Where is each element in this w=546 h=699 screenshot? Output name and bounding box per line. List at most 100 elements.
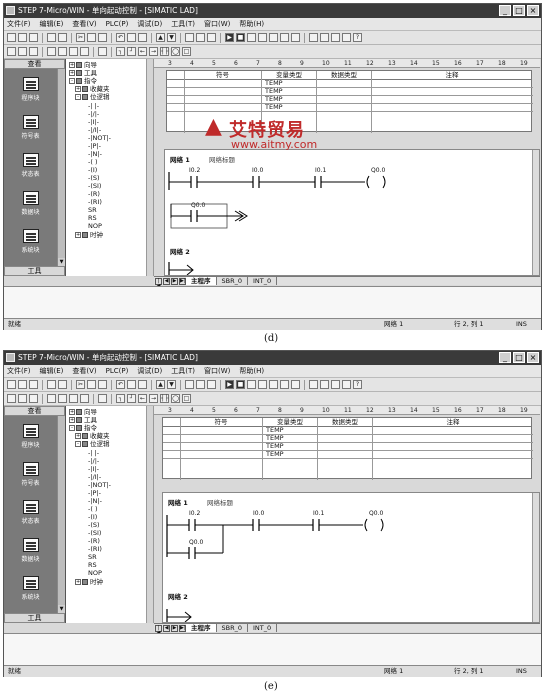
print-preview-icon[interactable] bbox=[58, 33, 67, 42]
tree-item[interactable]: -(I) bbox=[88, 166, 97, 174]
insert-network-icon[interactable] bbox=[7, 47, 16, 56]
print-icon[interactable] bbox=[47, 33, 56, 42]
read-forced-icon[interactable] bbox=[342, 380, 351, 389]
line-right-icon[interactable]: → bbox=[149, 394, 158, 403]
prev-bookmark-icon[interactable] bbox=[69, 47, 78, 56]
paste-icon[interactable] bbox=[98, 33, 107, 42]
compile-all-icon[interactable] bbox=[138, 33, 147, 42]
new-file-icon[interactable] bbox=[7, 380, 16, 389]
menu-window[interactable]: 窗口(W) bbox=[204, 365, 230, 377]
nav-symbol-table[interactable]: 符号表 bbox=[4, 115, 57, 140]
nav-data-block[interactable]: 数据块 bbox=[4, 538, 57, 563]
close-button[interactable]: × bbox=[527, 352, 539, 363]
tab-next-icon[interactable]: ▶ bbox=[171, 624, 178, 632]
sort-desc-icon[interactable] bbox=[196, 33, 205, 42]
tree-wizards[interactable]: + 向导 bbox=[69, 61, 97, 69]
tree-item[interactable]: SR bbox=[88, 206, 97, 214]
tree-item[interactable]: -(R) bbox=[88, 537, 100, 545]
copy-icon[interactable] bbox=[87, 380, 96, 389]
write-all-icon[interactable] bbox=[291, 33, 300, 42]
run-icon[interactable]: ▶ bbox=[225, 380, 234, 389]
local-variable-table[interactable]: 符号 变量类型 数据类型 注释 TEMP TEMP TEMP TEMP bbox=[162, 417, 533, 480]
copy-icon[interactable] bbox=[87, 33, 96, 42]
line-down-icon[interactable]: ┐ bbox=[116, 394, 125, 403]
remove-bookmarks-icon[interactable] bbox=[80, 394, 89, 403]
tab-first-icon[interactable]: |◀ bbox=[155, 624, 162, 635]
tree-item[interactable]: -|NOT|- bbox=[88, 134, 111, 142]
tree-tools[interactable]: + 工具 bbox=[69, 416, 97, 424]
maximize-button[interactable]: □ bbox=[513, 5, 525, 16]
save-icon[interactable] bbox=[29, 380, 38, 389]
tab-int-0[interactable]: INT_0 bbox=[248, 624, 278, 632]
force-icon[interactable] bbox=[309, 380, 318, 389]
minimize-button[interactable]: _ bbox=[499, 5, 511, 16]
insert-network-icon[interactable] bbox=[7, 394, 16, 403]
print-icon[interactable] bbox=[47, 380, 56, 389]
pause-trend-icon[interactable] bbox=[258, 33, 267, 42]
line-down-icon[interactable]: ┐ bbox=[116, 47, 125, 56]
tree-item[interactable]: -|I|- bbox=[88, 118, 99, 126]
compile-all-icon[interactable] bbox=[138, 380, 147, 389]
unforce-all-icon[interactable] bbox=[331, 380, 340, 389]
bookmark-icon[interactable] bbox=[47, 47, 56, 56]
status-chart-icon[interactable] bbox=[269, 33, 278, 42]
nav-header[interactable]: 查看 bbox=[4, 406, 65, 416]
box-icon[interactable]: □ bbox=[182, 394, 191, 403]
line-left-icon[interactable]: ← bbox=[138, 47, 147, 56]
tree-item[interactable]: -(SI) bbox=[88, 529, 101, 537]
single-read-icon[interactable] bbox=[280, 380, 289, 389]
compile-icon[interactable] bbox=[127, 380, 136, 389]
bookmark-icon[interactable] bbox=[47, 394, 56, 403]
run-icon[interactable]: ▶ bbox=[225, 33, 234, 42]
program-status-icon[interactable] bbox=[247, 380, 256, 389]
menu-debug[interactable]: 调试(D) bbox=[137, 365, 162, 377]
tree-item[interactable]: -(S) bbox=[88, 521, 100, 529]
download-icon[interactable]: ▼ bbox=[167, 380, 176, 389]
menu-help[interactable]: 帮助(H) bbox=[239, 365, 264, 377]
tab-prev-icon[interactable]: ◀ bbox=[163, 624, 170, 632]
nav-system-block[interactable]: 系统块 bbox=[4, 229, 57, 254]
coil-icon[interactable]: ◯ bbox=[171, 394, 180, 403]
upload-icon[interactable]: ▲ bbox=[156, 380, 165, 389]
tree-favorites[interactable]: + 收藏夹 bbox=[75, 85, 110, 93]
pause-trend-icon[interactable] bbox=[258, 380, 267, 389]
tree-item[interactable]: RS bbox=[88, 561, 97, 569]
stop-icon[interactable]: ■ bbox=[236, 33, 245, 42]
contact-icon[interactable]: ┤├ bbox=[160, 47, 169, 56]
tree-item[interactable]: -|/|- bbox=[88, 110, 99, 118]
sort-asc-icon[interactable] bbox=[185, 33, 194, 42]
ladder-editor[interactable]: 网络 1 网络标题 I0.2 I0.0 I0.1 Q0.0 Q0.0 网络 2 bbox=[162, 492, 540, 623]
tree-instructions[interactable]: - 指令 bbox=[69, 424, 97, 432]
tab-last-icon[interactable]: ▶| bbox=[179, 277, 186, 285]
symbol-table-icon[interactable] bbox=[98, 47, 107, 56]
tree-item[interactable]: -|N|- bbox=[88, 497, 102, 505]
tree-scrollbar[interactable] bbox=[146, 59, 153, 276]
menu-debug[interactable]: 调试(D) bbox=[137, 18, 162, 30]
tree-item[interactable]: RS bbox=[88, 214, 97, 222]
tree-item[interactable]: -( ) bbox=[88, 505, 97, 513]
tree-item[interactable]: -|I|- bbox=[88, 465, 99, 473]
save-icon[interactable] bbox=[29, 33, 38, 42]
tab-first-icon[interactable]: |◀ bbox=[155, 277, 162, 288]
nav-program-block[interactable]: 程序块 bbox=[4, 424, 57, 449]
unforce-icon[interactable] bbox=[320, 380, 329, 389]
undo-icon[interactable]: ↶ bbox=[116, 380, 125, 389]
options-icon[interactable] bbox=[207, 33, 216, 42]
tab-sbr-0[interactable]: SBR_0 bbox=[217, 277, 248, 285]
nav-status-chart[interactable]: 状态表 bbox=[4, 500, 57, 525]
menu-help[interactable]: 帮助(H) bbox=[239, 18, 264, 30]
tab-last-icon[interactable]: ▶| bbox=[179, 624, 186, 632]
help-icon[interactable]: ? bbox=[353, 33, 362, 42]
editor-scrollbar[interactable] bbox=[532, 493, 539, 622]
line-up-icon[interactable]: ┘ bbox=[127, 47, 136, 56]
contact-icon[interactable]: ┤├ bbox=[160, 394, 169, 403]
menu-file[interactable]: 文件(F) bbox=[7, 365, 31, 377]
line-left-icon[interactable]: ← bbox=[138, 394, 147, 403]
program-status-icon[interactable] bbox=[247, 33, 256, 42]
tree-item[interactable]: -(RI) bbox=[88, 198, 102, 206]
menu-tools[interactable]: 工具(T) bbox=[171, 365, 195, 377]
output-window[interactable] bbox=[4, 633, 541, 666]
tree-item[interactable]: -| |- bbox=[88, 102, 99, 110]
tree-favorites[interactable]: + 收藏夹 bbox=[75, 432, 110, 440]
tree-item[interactable]: SR bbox=[88, 553, 97, 561]
